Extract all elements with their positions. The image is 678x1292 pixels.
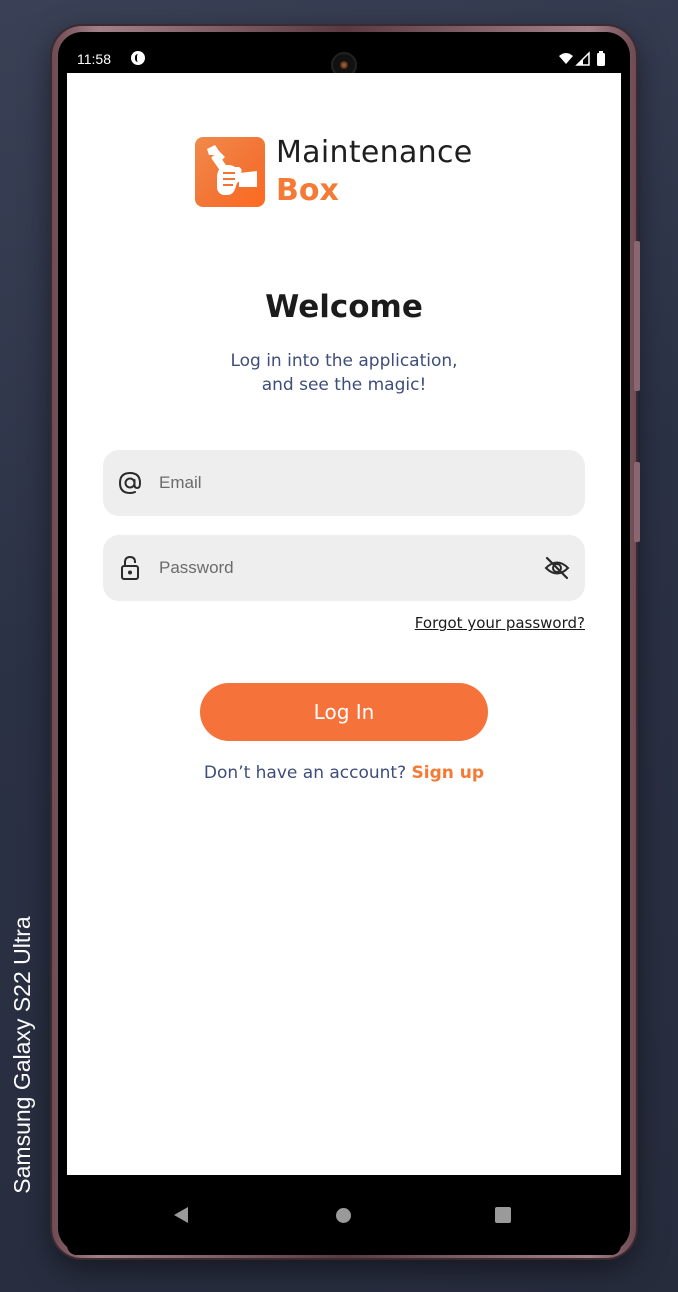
- back-icon[interactable]: [174, 1207, 188, 1223]
- login-screen: Maintenance Box Welcome Log in into the …: [67, 73, 621, 1175]
- at-icon: [118, 471, 142, 495]
- eye-off-icon[interactable]: [543, 555, 571, 581]
- forgot-password-link[interactable]: Forgot your password?: [415, 614, 585, 632]
- home-icon[interactable]: [336, 1208, 351, 1223]
- lock-icon: [121, 555, 139, 580]
- password-input[interactable]: [159, 549, 519, 587]
- phone-frame: 11:58 Maintenance Box Welcome Log in int…: [52, 26, 640, 1258]
- recent-apps-icon[interactable]: [495, 1207, 511, 1223]
- wifi-icon: [559, 53, 573, 64]
- volume-button: [634, 241, 640, 391]
- subtitle-line-1: Log in into the application,: [230, 351, 458, 371]
- navigation-bar: [67, 1175, 621, 1255]
- signup-link[interactable]: Sign up: [412, 763, 485, 783]
- status-icons: [559, 51, 605, 66]
- email-field[interactable]: [103, 450, 585, 516]
- device-label: Samsung Galaxy S22 Ultra: [9, 916, 35, 1194]
- signup-prompt: Don’t have an account?: [203, 763, 412, 783]
- email-input[interactable]: [159, 464, 519, 502]
- power-button: [634, 462, 640, 542]
- subtitle-line-2: and see the magic!: [261, 375, 427, 395]
- battery-icon: [597, 51, 605, 66]
- app-logo: Maintenance Box: [195, 133, 495, 213]
- signal-icon: [575, 51, 590, 66]
- logo-title: Maintenance: [276, 135, 473, 170]
- logo-subtitle: Box: [276, 173, 339, 208]
- status-time: 11:58: [77, 51, 111, 67]
- password-field[interactable]: [103, 535, 585, 601]
- welcome-subtitle: Log in into the application, and see the…: [67, 349, 621, 397]
- notification-app-icon: [131, 51, 145, 65]
- wrench-hand-logo-icon: [195, 137, 265, 207]
- screen: 11:58 Maintenance Box Welcome Log in int…: [67, 45, 621, 1255]
- signup-row: Don’t have an account? Sign up: [67, 763, 621, 783]
- login-button[interactable]: Log In: [200, 683, 488, 741]
- welcome-heading: Welcome: [265, 289, 423, 325]
